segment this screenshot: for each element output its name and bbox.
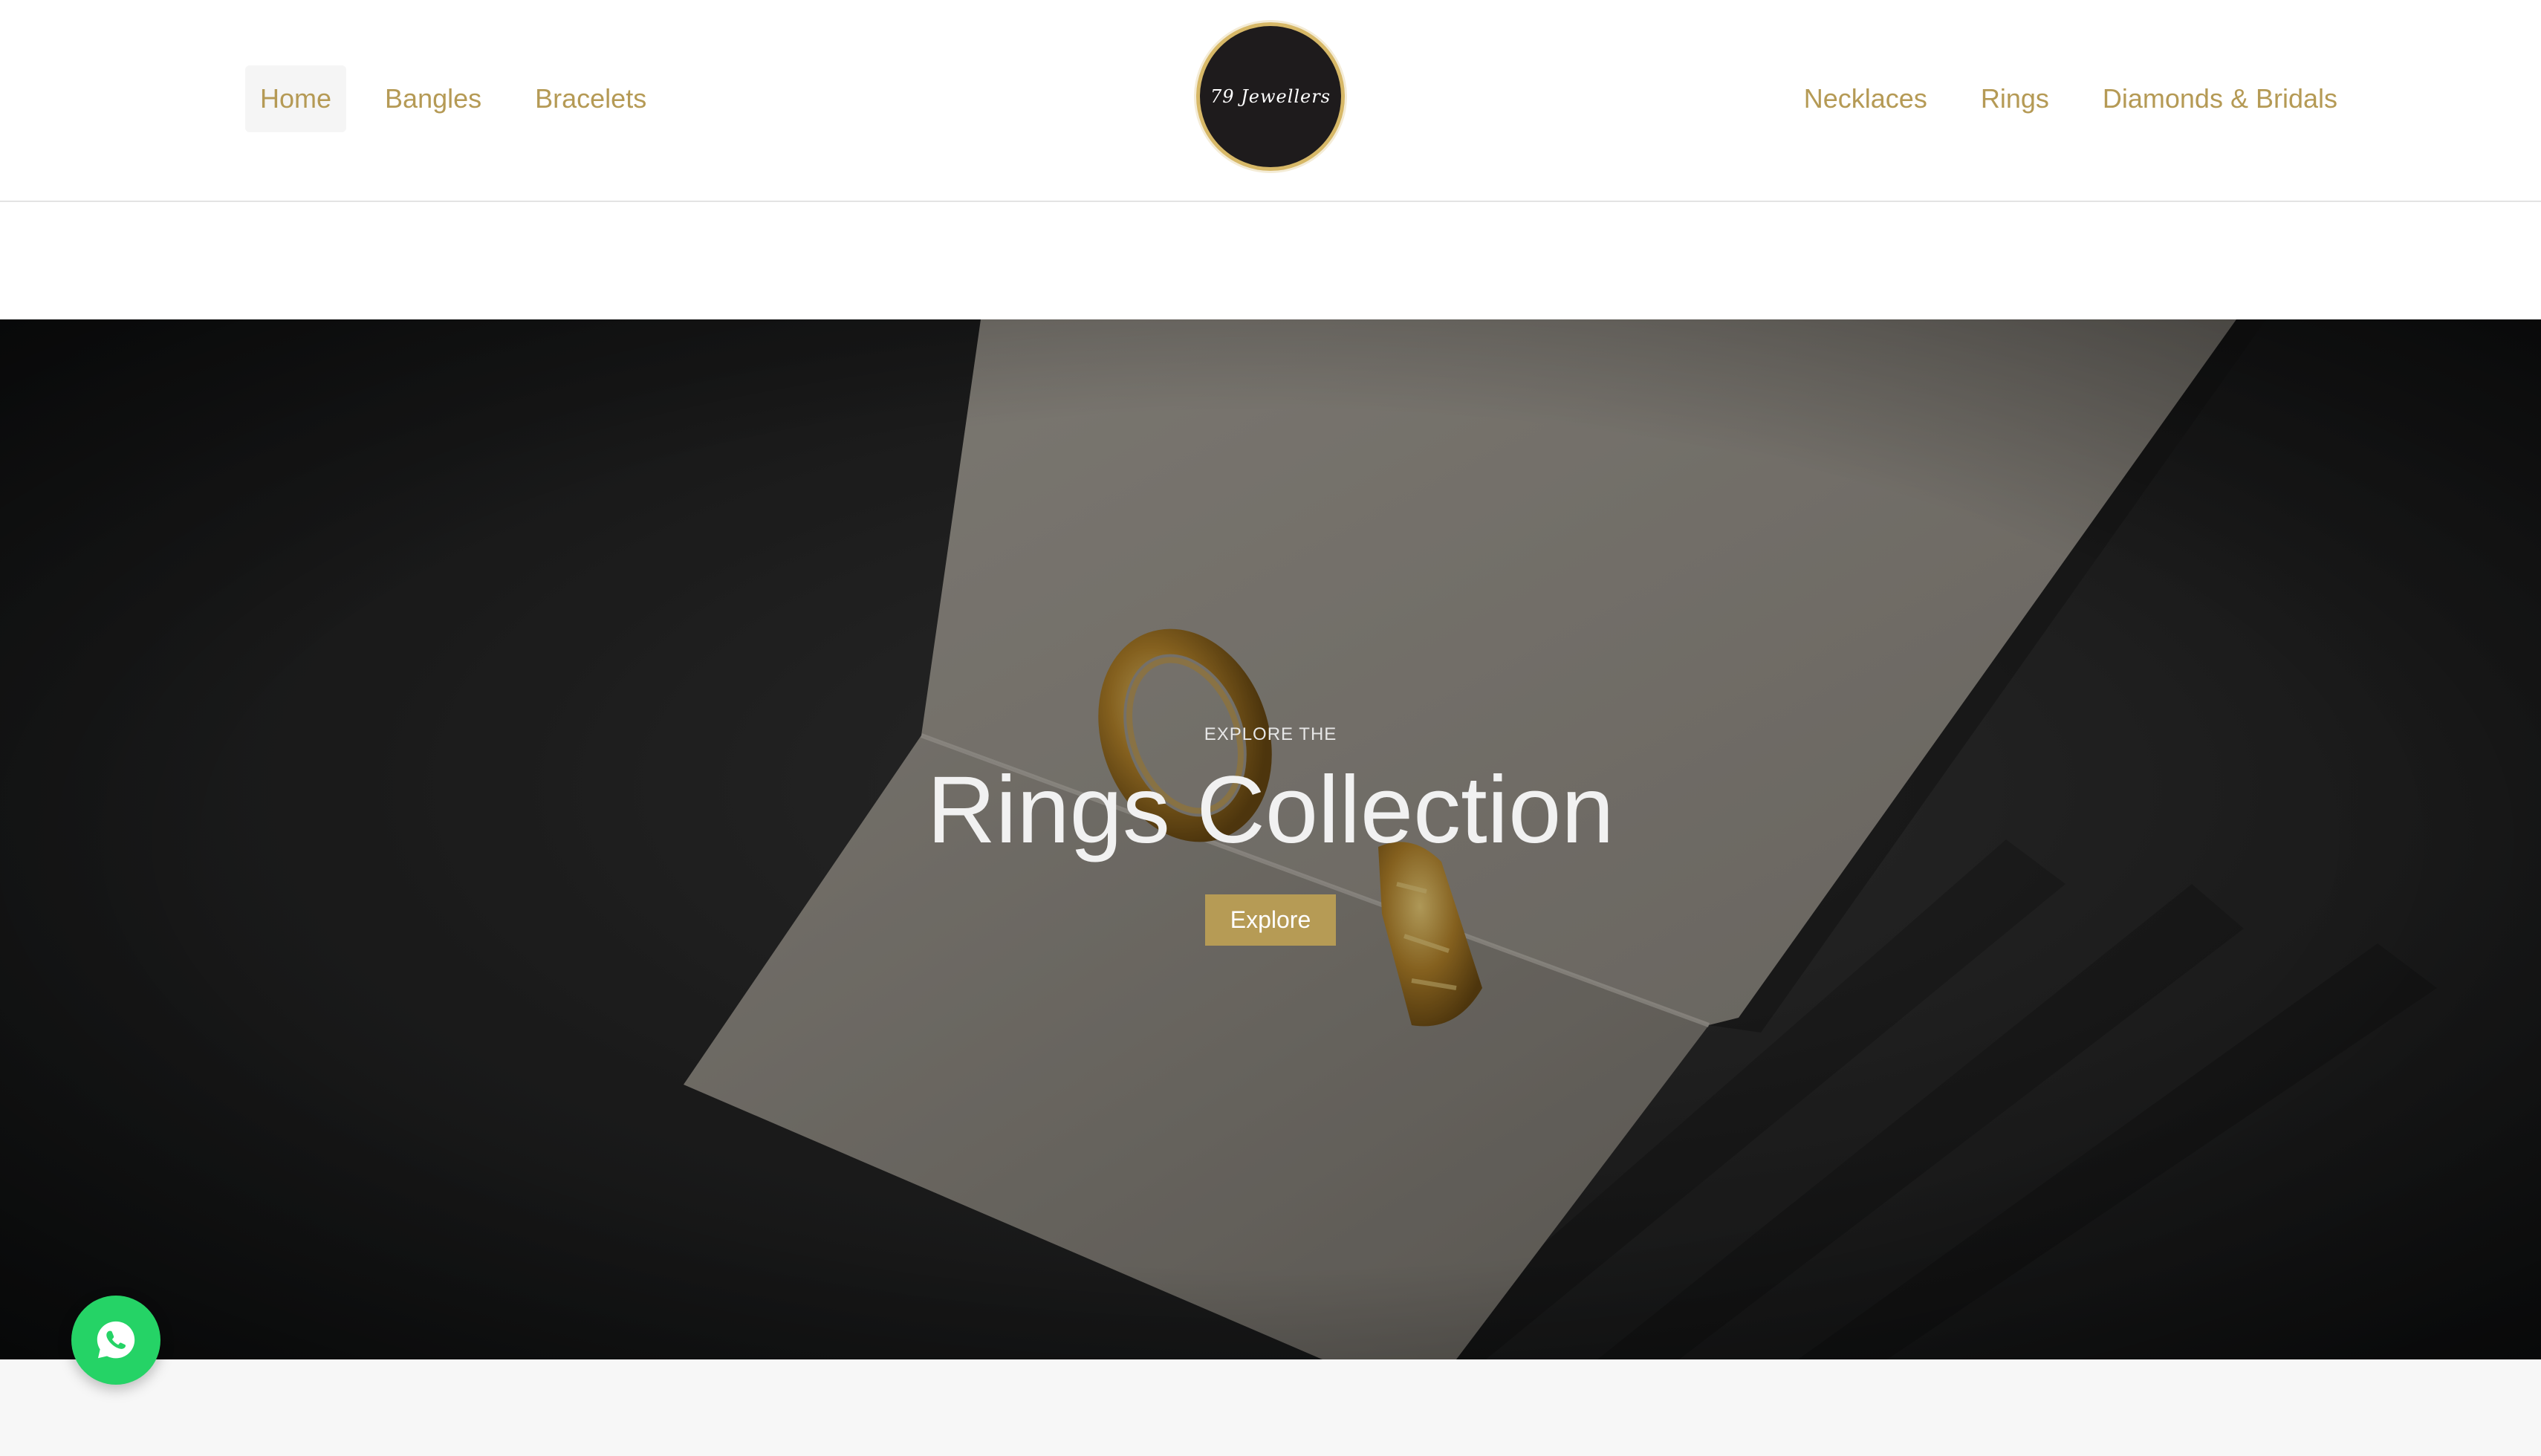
hero-content: EXPLORE THE Rings Collection Explore <box>0 724 2541 946</box>
brand-logo[interactable]: 79 Jewellers <box>1196 22 1345 171</box>
site-header: Home Bangles Bracelets 79 Jewellers Neck… <box>0 0 2541 202</box>
nav-item-bracelets[interactable]: Bracelets <box>520 65 661 132</box>
whatsapp-chat-button[interactable] <box>71 1296 160 1385</box>
nav-item-rings[interactable]: Rings <box>1966 65 2064 132</box>
whatsapp-icon <box>97 1321 135 1359</box>
nav-item-necklaces[interactable]: Necklaces <box>1789 65 1942 132</box>
hero-banner: EXPLORE THE Rings Collection Explore <box>0 319 2541 1359</box>
hero-title: Rings Collection <box>926 757 1615 863</box>
nav-item-home[interactable]: Home <box>245 65 347 132</box>
nav-item-bangles[interactable]: Bangles <box>370 65 496 132</box>
hero-kicker: EXPLORE THE <box>1204 724 1337 744</box>
next-section-band <box>0 1359 2541 1456</box>
explore-button[interactable]: Explore <box>1204 894 1337 946</box>
nav-item-diamonds-bridals[interactable]: Diamonds & Bridals <box>2088 65 2352 132</box>
primary-nav-left: Home Bangles Bracelets <box>245 65 685 132</box>
primary-nav-right: Necklaces Rings Diamonds & Bridals <box>1765 65 2352 132</box>
brand-logo-text: 79 Jewellers <box>1210 86 1331 107</box>
